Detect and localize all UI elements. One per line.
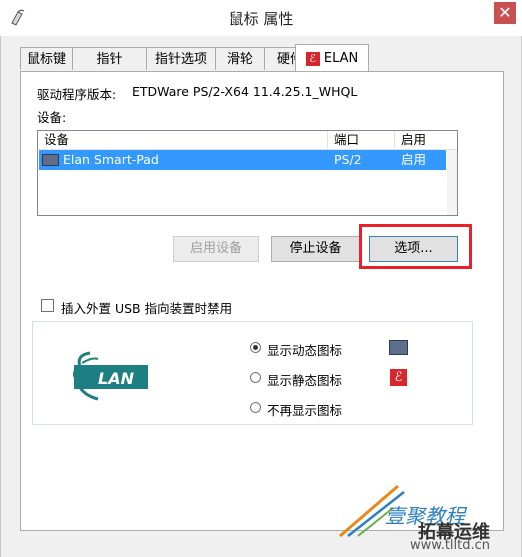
usb-disable-checkbox[interactable] [41, 299, 54, 312]
tab-wheel[interactable]: 滑轮 [215, 47, 265, 70]
column-header-enabled[interactable]: 启用 [395, 131, 457, 149]
device-name: Elan Smart-Pad [63, 152, 159, 167]
elan-logo-text: LAN [98, 369, 135, 388]
device-enabled: 启用 [401, 152, 427, 167]
vertical-scrollbar[interactable] [447, 150, 457, 215]
tab-pointer-options[interactable]: 指针选项 [146, 47, 216, 70]
device-port: PS/2 [334, 152, 362, 167]
tab-mouse-keys[interactable]: 鼠标键 [20, 47, 73, 70]
device-list-header: 设备 端口 启用 [38, 131, 457, 150]
driver-version-label: 驱动程序版本: [37, 87, 117, 102]
elan-logo: LAN [68, 349, 153, 405]
radio-static-icon[interactable] [250, 372, 261, 383]
title-bar: 鼠标 属性 ✕ [0, 0, 522, 36]
tab-elan-label: ELAN [323, 51, 359, 66]
column-header-port[interactable]: 端口 [328, 131, 395, 149]
window-title: 鼠标 属性 [228, 10, 294, 28]
stop-device-button[interactable]: 停止设备 [271, 236, 360, 262]
usb-disable-label: 插入外置 USB 指向装置时禁用 [61, 301, 233, 316]
touchpad-icon [42, 154, 59, 166]
enable-device-button[interactable]: 启用设备 [173, 236, 259, 262]
radio-no-icon[interactable] [250, 402, 261, 413]
elan-e-icon: ℰ [390, 369, 407, 386]
device-row[interactable]: Elan Smart-Pad PS/2 启用 [39, 150, 446, 170]
radio-static-icon-label: 显示静态图标 [267, 373, 343, 388]
tab-elan[interactable]: ℰ ELAN [295, 44, 369, 71]
watermark-url: www.tlltd.cn [410, 538, 491, 553]
devices-label: 设备: [37, 110, 67, 125]
highlight-annotation [359, 224, 472, 269]
radio-dynamic-icon-label: 显示动态图标 [267, 343, 343, 358]
device-list[interactable]: 设备 端口 启用 Elan Smart-Pad PS/2 启用 [37, 130, 458, 216]
column-header-device[interactable]: 设备 [38, 131, 328, 149]
driver-version-value: ETDWare PS/2-X64 11.4.25.1_WHQL [132, 84, 358, 99]
close-button[interactable]: ✕ [494, 2, 516, 24]
elan-e-icon: ℰ [305, 51, 320, 66]
tab-pointer[interactable]: 指针 [72, 47, 147, 70]
touchpad-icon [389, 340, 408, 355]
radio-no-icon-label: 不再显示图标 [267, 403, 343, 418]
radio-dynamic-icon[interactable] [250, 342, 261, 353]
